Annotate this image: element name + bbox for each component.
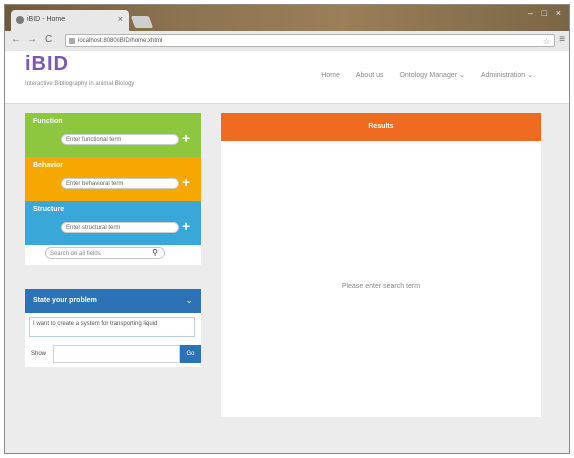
problem-title: State your problem xyxy=(33,297,97,304)
function-section: Function Enter functional term + xyxy=(25,113,201,157)
nav-ontology-manager[interactable]: Ontology Manager ⌄ xyxy=(399,72,464,79)
function-title: Function xyxy=(33,118,63,125)
nav-about[interactable]: About us xyxy=(356,72,384,79)
nav-administration[interactable]: Administration ⌄ xyxy=(481,72,533,79)
problem-panel: State your problem ⌄ I want to create a … xyxy=(25,289,201,367)
nav-home[interactable]: Home xyxy=(321,72,340,79)
add-behavior-icon[interactable]: + xyxy=(182,174,190,190)
behavior-title: Behavior xyxy=(33,162,63,169)
page-icon xyxy=(69,38,75,44)
add-function-icon[interactable]: + xyxy=(182,130,190,146)
results-panel: Results Please enter search term xyxy=(221,113,541,417)
app-tagline: Interactive Bibliography in animal Biolo… xyxy=(25,81,135,87)
close-window-icon[interactable]: × xyxy=(556,8,561,18)
back-icon[interactable]: ← xyxy=(11,34,21,45)
problem-textarea[interactable]: I want to create a system for transporti… xyxy=(29,317,195,337)
results-message: Please enter search term xyxy=(341,283,421,290)
page-content: iBID Interactive Bibliography in animal … xyxy=(5,51,569,453)
tab-close-icon[interactable]: × xyxy=(118,14,123,24)
problem-header[interactable]: State your problem ⌄ xyxy=(25,289,201,313)
structure-input[interactable]: Enter structural term xyxy=(61,222,179,233)
forward-icon[interactable]: → xyxy=(27,34,37,45)
show-label: Show xyxy=(31,351,47,357)
structure-title: Structure xyxy=(33,206,65,213)
tab-title: iBID - Home xyxy=(27,16,66,23)
bookmark-star-icon[interactable]: ☆ xyxy=(543,35,550,48)
title-bar: iBID - Home × – □ × xyxy=(5,5,569,31)
search-input[interactable]: Search on all fields ⚲ xyxy=(45,247,165,259)
function-input[interactable]: Enter functional term xyxy=(61,134,179,145)
main-nav: Home About us Ontology Manager ⌄ Adminis… xyxy=(307,71,533,79)
maximize-icon[interactable]: □ xyxy=(542,8,547,18)
search-placeholder: Search on all fields xyxy=(50,251,101,257)
new-tab-button[interactable] xyxy=(130,16,154,28)
favicon-icon xyxy=(16,16,24,24)
minimize-icon[interactable]: – xyxy=(528,8,533,18)
menu-icon[interactable]: ≡ xyxy=(559,34,565,45)
address-bar[interactable]: localhost:8080/iBID/home.xhtml ☆ xyxy=(65,34,555,47)
reload-icon[interactable]: C xyxy=(45,34,52,45)
app-header: iBID Interactive Bibliography in animal … xyxy=(5,51,569,104)
add-structure-icon[interactable]: + xyxy=(182,218,190,234)
show-input[interactable] xyxy=(53,345,180,363)
behavior-input[interactable]: Enter behavioral term xyxy=(61,178,179,189)
browser-window: iBID - Home × – □ × ← → C localhost:8080… xyxy=(4,4,570,454)
address-text: localhost:8080/iBID/home.xhtml xyxy=(78,38,163,44)
browser-toolbar: ← → C localhost:8080/iBID/home.xhtml ☆ ≡ xyxy=(5,31,569,52)
results-title: Results xyxy=(221,113,541,141)
chevron-down-icon[interactable]: ⌄ xyxy=(185,295,193,306)
go-button[interactable]: Go xyxy=(180,345,201,363)
search-icon[interactable]: ⚲ xyxy=(152,247,158,259)
browser-tab[interactable]: iBID - Home × xyxy=(11,10,129,31)
app-logo[interactable]: iBID xyxy=(25,53,69,76)
structure-section: Structure Enter structural term + xyxy=(25,201,201,245)
behavior-section: Behavior Enter behavioral term + xyxy=(25,157,201,201)
